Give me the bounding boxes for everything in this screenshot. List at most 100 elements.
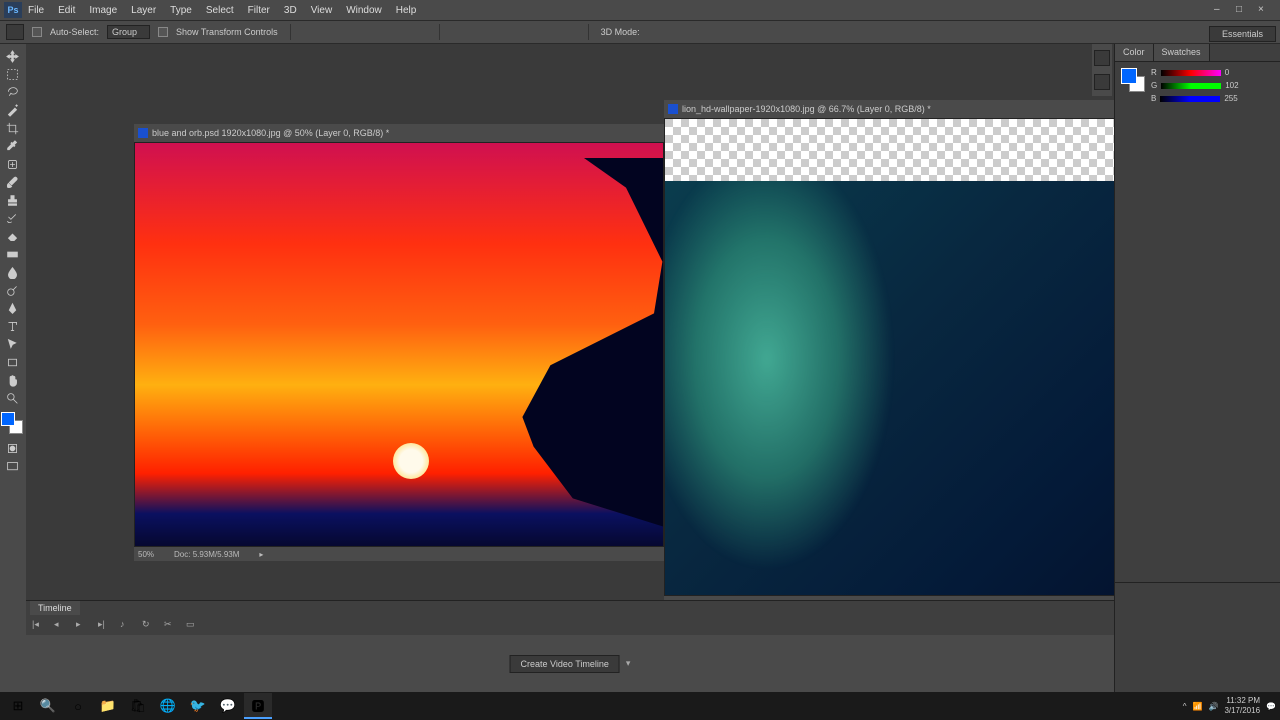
move-tool[interactable] — [0, 48, 24, 64]
move-tool-preset-icon[interactable] — [6, 24, 24, 40]
tray-time[interactable]: 11:32 PM — [1224, 696, 1260, 706]
menu-3d[interactable]: 3D — [284, 5, 297, 16]
3d-scale-icon[interactable] — [736, 25, 750, 39]
twitter-icon[interactable]: 🐦 — [184, 693, 212, 719]
quickmask-icon[interactable] — [0, 440, 24, 456]
history-panel-icon[interactable] — [1094, 50, 1110, 66]
menu-edit[interactable]: Edit — [58, 5, 75, 16]
menu-select[interactable]: Select — [206, 5, 234, 16]
align-top-icon[interactable] — [303, 25, 317, 39]
marquee-tool[interactable] — [0, 66, 24, 82]
tab-swatches[interactable]: Swatches — [1154, 44, 1210, 61]
workspace-switcher[interactable]: Essentials — [1209, 26, 1276, 42]
r-slider[interactable] — [1161, 70, 1221, 76]
align-left-icon[interactable] — [369, 25, 383, 39]
minimize-icon[interactable]: – — [1214, 4, 1228, 16]
panel-foreground[interactable] — [1121, 68, 1137, 84]
distribute-vcenter-icon[interactable] — [474, 25, 488, 39]
menu-window[interactable]: Window — [346, 5, 382, 16]
auto-select-dropdown[interactable]: Group — [107, 25, 150, 39]
start-button[interactable]: ⊞ — [4, 693, 32, 719]
blur-tool[interactable] — [0, 264, 24, 280]
zoom-tool[interactable] — [0, 390, 24, 406]
tray-network-icon[interactable]: 📶 — [1193, 702, 1203, 711]
menu-view[interactable]: View — [311, 5, 333, 16]
distribute-bottom-icon[interactable] — [496, 25, 510, 39]
color-swatch[interactable] — [1, 412, 23, 434]
chevron-down-icon[interactable]: ▾ — [626, 658, 631, 669]
tray-chevron-up-icon[interactable]: ^ — [1183, 702, 1187, 711]
transition-icon[interactable]: ▭ — [186, 619, 198, 631]
doc1-status-arrow-icon[interactable]: ▸ — [259, 550, 263, 559]
align-vcenter-icon[interactable] — [325, 25, 339, 39]
timeline-tab[interactable]: Timeline — [30, 601, 80, 615]
tab-color[interactable]: Color — [1115, 44, 1154, 61]
menu-type[interactable]: Type — [170, 5, 192, 16]
skype-icon[interactable]: 💬 — [214, 693, 242, 719]
distribute-left-icon[interactable] — [518, 25, 532, 39]
scissors-icon[interactable]: ✂ — [164, 619, 176, 631]
menu-filter[interactable]: Filter — [248, 5, 270, 16]
3d-slide-icon[interactable] — [714, 25, 728, 39]
photoshop-taskbar-icon[interactable]: 🅿 — [244, 693, 272, 719]
menu-layer[interactable]: Layer — [131, 5, 156, 16]
align-bottom-icon[interactable] — [347, 25, 361, 39]
audio-icon[interactable]: ♪ — [120, 619, 132, 631]
path-select-tool[interactable] — [0, 336, 24, 352]
close-icon[interactable]: × — [1258, 4, 1272, 16]
b-slider[interactable] — [1160, 96, 1220, 102]
dodge-tool[interactable] — [0, 282, 24, 298]
explorer-icon[interactable]: 📁 — [94, 693, 122, 719]
first-frame-icon[interactable]: |◂ — [32, 619, 44, 631]
hand-tool[interactable] — [0, 372, 24, 388]
screenmode-icon[interactable] — [0, 458, 24, 474]
notifications-icon[interactable]: 💬 — [1266, 702, 1276, 711]
chrome-icon[interactable]: 🌐 — [154, 693, 182, 719]
menu-image[interactable]: Image — [89, 5, 117, 16]
gradient-tool[interactable] — [0, 246, 24, 262]
panel-color-swatch[interactable] — [1121, 68, 1145, 92]
tray-date[interactable]: 3/17/2016 — [1224, 706, 1260, 716]
loop-icon[interactable]: ↻ — [142, 619, 154, 631]
g-value[interactable]: 102 — [1225, 81, 1238, 90]
document-window-1[interactable]: blue and orb.psd 1920x1080.jpg @ 50% (La… — [134, 124, 664, 561]
distribute-right-icon[interactable] — [562, 25, 576, 39]
pen-tool[interactable] — [0, 300, 24, 316]
cortana-icon[interactable]: ○ — [64, 693, 92, 719]
r-value[interactable]: 0 — [1225, 68, 1229, 77]
type-tool[interactable] — [0, 318, 24, 334]
3d-drag-icon[interactable] — [692, 25, 706, 39]
play-icon[interactable]: ▸ — [76, 619, 88, 631]
create-video-timeline-button[interactable]: Create Video Timeline — [510, 655, 620, 673]
doc1-titlebar[interactable]: blue and orb.psd 1920x1080.jpg @ 50% (La… — [134, 124, 664, 142]
next-frame-icon[interactable]: ▸| — [98, 619, 110, 631]
distribute-hcenter-icon[interactable] — [540, 25, 554, 39]
brush-tool[interactable] — [0, 174, 24, 190]
menu-help[interactable]: Help — [396, 5, 417, 16]
maximize-icon[interactable]: □ — [1236, 4, 1250, 16]
wand-tool[interactable] — [0, 102, 24, 118]
doc1-canvas[interactable] — [134, 142, 664, 547]
g-slider[interactable] — [1161, 83, 1221, 89]
auto-select-checkbox[interactable] — [32, 27, 42, 37]
search-icon[interactable]: 🔍 — [34, 693, 62, 719]
foreground-color[interactable] — [1, 412, 15, 426]
menu-file[interactable]: File — [28, 5, 44, 16]
rectangle-tool[interactable] — [0, 354, 24, 370]
crop-tool[interactable] — [0, 120, 24, 136]
doc1-zoom[interactable]: 50% — [138, 550, 154, 559]
show-transform-checkbox[interactable] — [158, 27, 168, 37]
3d-rotate-icon[interactable] — [648, 25, 662, 39]
align-hcenter-icon[interactable] — [391, 25, 405, 39]
distribute-top-icon[interactable] — [452, 25, 466, 39]
b-value[interactable]: 255 — [1224, 94, 1237, 103]
3d-roll-icon[interactable] — [670, 25, 684, 39]
history-brush-tool[interactable] — [0, 210, 24, 226]
eyedropper-tool[interactable] — [0, 138, 24, 154]
heal-tool[interactable] — [0, 156, 24, 172]
stamp-tool[interactable] — [0, 192, 24, 208]
prev-frame-icon[interactable]: ◂ — [54, 619, 66, 631]
eraser-tool[interactable] — [0, 228, 24, 244]
lasso-tool[interactable] — [0, 84, 24, 100]
properties-panel-icon[interactable] — [1094, 74, 1110, 90]
